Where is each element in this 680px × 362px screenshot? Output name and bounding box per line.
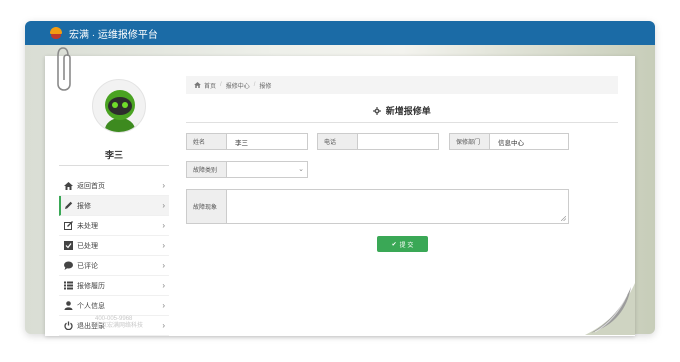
phone-input[interactable] bbox=[358, 134, 438, 149]
sidebar-item-profile[interactable]: 个人信息 › bbox=[59, 296, 169, 316]
sidebar-item-home[interactable]: 返回首页 › bbox=[59, 176, 169, 196]
breadcrumb-separator: / bbox=[220, 82, 222, 88]
chevron-right-icon: › bbox=[162, 181, 165, 190]
chevron-right-icon: › bbox=[162, 321, 165, 330]
phone-label: 电话 bbox=[318, 134, 358, 149]
sidebar-menu: 返回首页 › 报修 › 未处理 › 已处理 › 已评论 › 报修履历 › 个人信… bbox=[59, 176, 169, 336]
chevron-right-icon: › bbox=[162, 241, 165, 250]
logo-icon bbox=[49, 26, 63, 40]
page-title: 新增报修单 bbox=[186, 104, 618, 117]
home-icon bbox=[63, 181, 73, 191]
breadcrumb-repair-center[interactable]: 报修中心 bbox=[226, 81, 250, 90]
sidebar-item-commented[interactable]: 已评论 › bbox=[59, 256, 169, 276]
fault-type-field: 故障类别 ⌄ bbox=[186, 161, 308, 178]
breadcrumb-current: 报修 bbox=[259, 83, 272, 90]
chevron-right-icon: › bbox=[162, 281, 165, 290]
department-field: 保修部门 信息中心 bbox=[449, 133, 569, 150]
department-input[interactable]: 信息中心 bbox=[490, 134, 568, 149]
sidebar-divider bbox=[59, 165, 169, 166]
page-curl-icon bbox=[585, 283, 635, 335]
form-title-text: 新增报修单 bbox=[385, 106, 431, 116]
chevron-right-icon: › bbox=[162, 301, 165, 310]
top-bar: 宏满 · 运维报修平台 bbox=[25, 21, 655, 45]
chevron-right-icon: › bbox=[162, 221, 165, 230]
sidebar-item-label: 已处理 bbox=[77, 242, 98, 250]
sidebar-item-label: 未处理 bbox=[77, 222, 98, 230]
department-label: 保修部门 bbox=[450, 134, 490, 149]
sidebar-item-pending[interactable]: 未处理 › bbox=[59, 216, 169, 236]
phenomenon-label: 故障现象 bbox=[187, 190, 227, 223]
avatar bbox=[92, 79, 146, 133]
user-icon bbox=[63, 301, 73, 311]
comment-icon bbox=[63, 261, 73, 271]
avatar-wrapper bbox=[92, 79, 146, 133]
phenomenon-textarea[interactable] bbox=[227, 190, 568, 223]
watermark-company: 北京宏满网络科技 bbox=[95, 323, 144, 329]
resize-handle-icon[interactable] bbox=[561, 216, 566, 221]
edit-icon bbox=[63, 221, 73, 231]
list-icon bbox=[63, 281, 73, 291]
chevron-right-icon: › bbox=[162, 261, 165, 270]
title-divider bbox=[186, 122, 618, 123]
robot-avatar-icon bbox=[105, 90, 135, 132]
sidebar-item-label: 报修 bbox=[77, 202, 91, 210]
chevron-right-icon: › bbox=[162, 201, 165, 210]
name-label: 姓名 bbox=[187, 134, 227, 149]
phone-field: 电话 bbox=[317, 133, 439, 150]
checked-icon bbox=[63, 241, 73, 251]
name-input[interactable]: 李三 bbox=[227, 134, 307, 149]
user-name: 李三 bbox=[104, 150, 123, 160]
paperclip-icon bbox=[57, 47, 71, 91]
sidebar-item-processed[interactable]: 已处理 › bbox=[59, 236, 169, 256]
sidebar-item-label: 已评论 bbox=[77, 262, 98, 270]
home-icon bbox=[194, 82, 201, 88]
sidebar-item-repair[interactable]: 报修 › bbox=[59, 196, 169, 216]
checkmark-icon: ✔ bbox=[391, 241, 397, 248]
power-icon bbox=[63, 321, 73, 331]
chevron-down-icon[interactable]: ⌄ bbox=[298, 165, 304, 173]
submit-label: 提 交 bbox=[399, 242, 414, 249]
sidebar-item-label: 个人信息 bbox=[77, 302, 105, 310]
phenomenon-field: 故障现象 bbox=[186, 189, 569, 224]
fault-type-select[interactable] bbox=[227, 162, 307, 177]
fault-type-label: 故障类别 bbox=[187, 162, 227, 177]
pencil-icon bbox=[63, 201, 73, 211]
submit-button[interactable]: ✔ 提 交 bbox=[377, 236, 428, 252]
app-title: 宏满 · 运维报修平台 bbox=[69, 29, 158, 41]
watermark-phone: 400-005-9968 bbox=[95, 316, 133, 322]
name-field: 姓名 李三 bbox=[186, 133, 308, 150]
breadcrumb-home[interactable]: 首页 bbox=[204, 81, 216, 90]
sidebar-item-label: 报修履历 bbox=[77, 282, 105, 290]
sidebar-item-label: 返回首页 bbox=[77, 182, 105, 190]
sidebar-item-history[interactable]: 报修履历 › bbox=[59, 276, 169, 296]
breadcrumb: 首页 / 报修中心 / 报修 bbox=[186, 76, 618, 94]
breadcrumb-separator: / bbox=[253, 82, 256, 88]
gear-icon bbox=[373, 107, 382, 115]
watermark: 400-005-9968 北京宏满网络科技 bbox=[95, 316, 143, 330]
